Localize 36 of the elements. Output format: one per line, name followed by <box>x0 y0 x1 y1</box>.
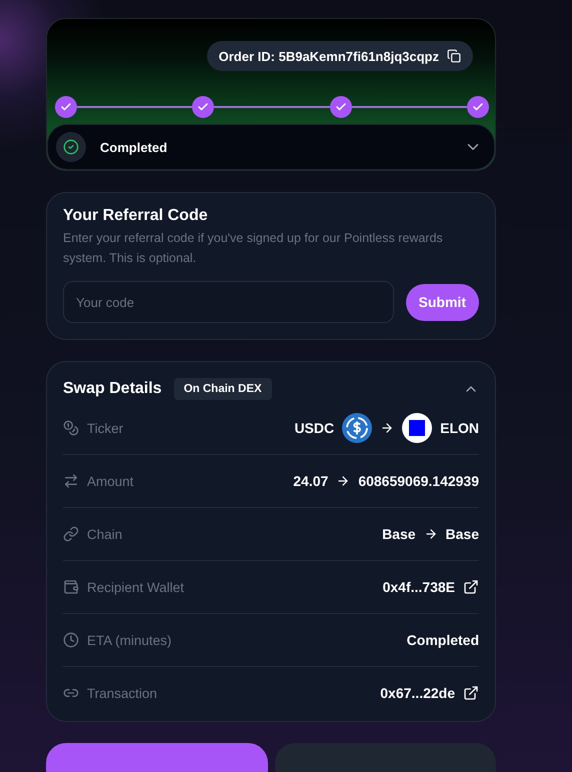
to-value: 608659069.142939 <box>358 473 479 489</box>
link-icon <box>63 526 79 542</box>
badge: On Chain DEX <box>174 378 272 400</box>
coin-logo <box>342 413 372 443</box>
external-link-icon[interactable] <box>463 579 479 595</box>
token-symbol: USDC <box>294 420 334 436</box>
detail-label: ETA (minutes) <box>87 632 173 648</box>
external-link-icon[interactable] <box>463 685 479 701</box>
card-title: Swap Details <box>63 380 162 398</box>
address-text: 0x4f...738E <box>382 579 455 595</box>
wallet-icon <box>63 579 79 595</box>
detail-value: Completed <box>406 632 479 648</box>
detail-label: Transaction <box>87 686 158 700</box>
detail-label: Chain <box>87 526 124 542</box>
card-title: Your Referral Code <box>63 207 209 225</box>
order-id-text: Order ID: 5B9aKemn7fi61n8jq3cqpz <box>218 48 439 64</box>
token-symbol: ELON <box>440 420 479 436</box>
status-toggle[interactable]: Completed <box>47 124 495 170</box>
arrow-icon <box>380 421 394 435</box>
status-text: Completed <box>100 140 168 154</box>
submit-button[interactable]: Submit <box>406 284 479 320</box>
copy-icon[interactable] <box>447 49 461 63</box>
code-field[interactable]: Your code <box>63 281 394 323</box>
detail-label: Ticker <box>87 420 124 436</box>
clock-icon <box>63 632 79 648</box>
detail-label: Amount <box>87 474 135 488</box>
to-value: Base <box>446 526 479 542</box>
detail-label: Recipient Wallet <box>87 580 186 594</box>
from-value: 24.07 <box>293 473 328 489</box>
check-circle-icon <box>56 132 86 162</box>
token-logo <box>402 413 432 443</box>
arrows-icon <box>63 473 79 489</box>
card-description: Enter your referral code if you've signed up for our Pointless rewards system. This is optional. <box>63 230 444 267</box>
from-value: Base <box>382 526 416 542</box>
address-text: 0x67...22de <box>380 685 455 701</box>
coins-icon <box>63 420 79 436</box>
